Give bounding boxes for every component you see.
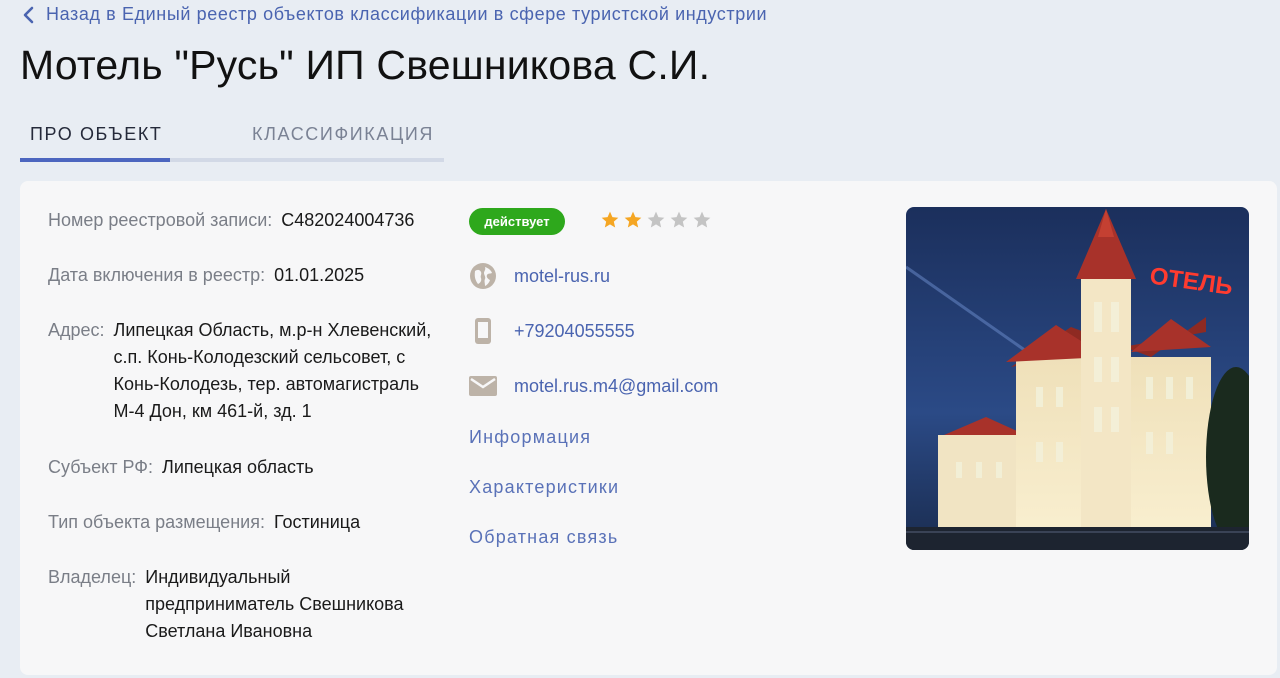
owner-label: Владелец: [48,567,137,587]
email-link[interactable]: motel.rus.m4@gmail.com [514,376,718,397]
inclusion-date-value: 01.01.2025 [274,265,365,285]
back-to-registry-link[interactable]: Назад в Единый реестр объектов классифик… [22,4,767,25]
object-card: Номер реестровой записи: С482024004736 Д… [20,181,1277,675]
tab-bar: Про объект Классификация [20,112,444,162]
subject-label: Субъект РФ: [48,457,153,477]
owner-row: Владелец: Индивидуальный предприниматель… [48,564,425,645]
website-link[interactable]: motel-rus.ru [514,266,610,287]
tab-about-object[interactable]: Про объект [30,124,163,145]
characteristics-link[interactable]: Характеристики [469,477,619,498]
information-link[interactable]: Информация [469,427,591,448]
status-badge: действует [469,208,565,235]
object-type-label: Тип объекта размещения: [48,512,265,532]
star-empty-icon [670,211,688,228]
registry-number-row: Номер реестровой записи: С482024004736 [48,207,414,234]
star-rating [600,210,712,230]
back-link-label: Назад в Единый реестр объектов классифик… [46,4,768,24]
feedback-link[interactable]: Обратная связь [469,527,618,548]
address-value: Липецкая Область, м.р-н Хлевенский, с.п.… [113,320,432,421]
chevron-left-icon [23,6,34,23]
phone-icon [468,316,498,346]
star-empty-icon [693,211,711,228]
subject-row: Субъект РФ: Липецкая область [48,454,314,481]
mail-icon [468,371,498,401]
star-empty-icon [647,211,665,228]
website-contact: motel-rus.ru [468,261,610,291]
registry-number-value: С482024004736 [281,210,415,230]
page-title: Мотель "Русь" ИП Свешникова С.И. [20,42,711,88]
hotel-photo: ОТЕЛЬ [906,207,1249,550]
inclusion-date-row: Дата включения в реестр: 01.01.2025 [48,262,364,289]
address-row: Адрес: Липецкая Область, м.р-н Хлевенски… [48,317,434,425]
phone-contact: +79204055555 [468,316,635,346]
object-type-row: Тип объекта размещения: Гостиница [48,509,360,536]
star-filled-icon [601,211,619,228]
subject-value: Липецкая область [162,457,314,477]
phone-link[interactable]: +79204055555 [514,321,635,342]
owner-value: Индивидуальный предприниматель Свешников… [145,567,404,641]
tab-classification[interactable]: Классификация [252,124,434,145]
star-filled-icon [624,211,642,228]
inclusion-date-label: Дата включения в реестр: [48,265,266,285]
object-type-value: Гостиница [273,512,361,532]
email-contact: motel.rus.m4@gmail.com [468,371,718,401]
active-tab-indicator [20,158,170,162]
address-label: Адрес: [48,320,105,340]
registry-number-label: Номер реестровой записи: [48,210,273,230]
globe-icon [468,261,498,291]
